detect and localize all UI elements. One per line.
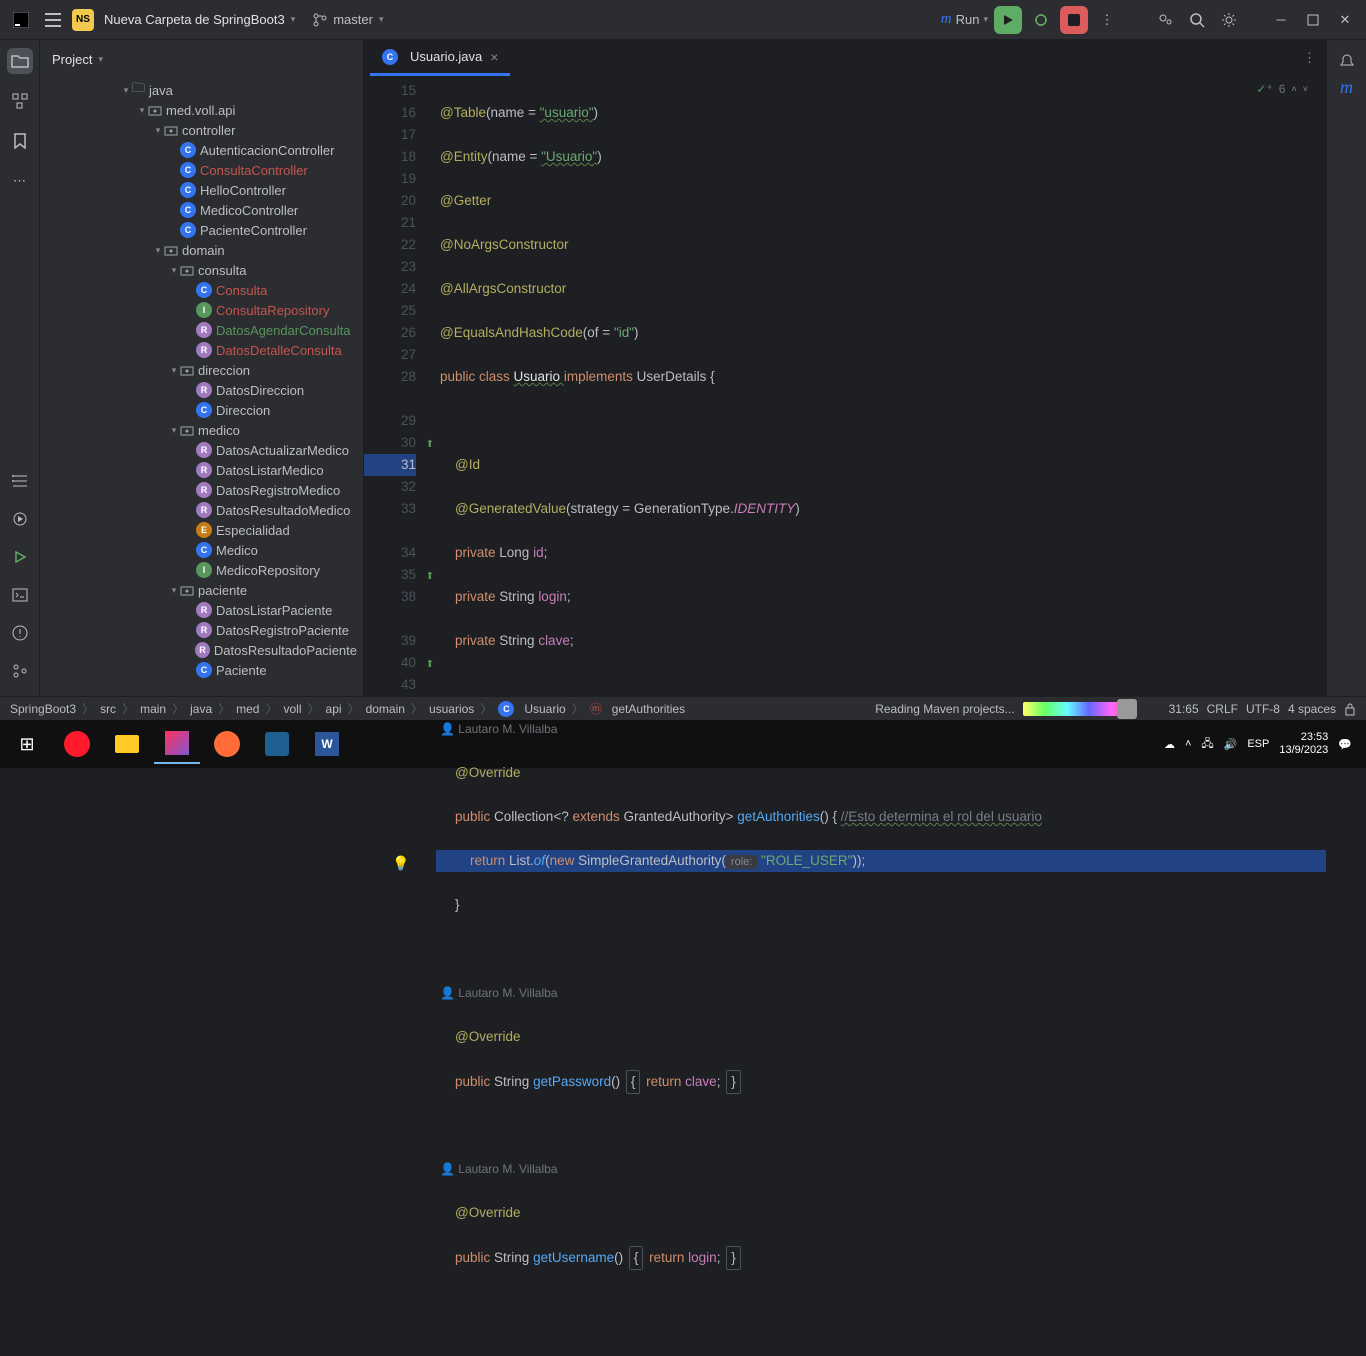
opera-icon[interactable] — [54, 724, 100, 764]
chevron-down-icon: ▾ — [379, 14, 384, 25]
author-hint: 👤 Lautaro M. Villalba — [436, 1158, 1326, 1180]
postman-icon[interactable] — [204, 724, 250, 764]
problems-tool-icon[interactable] — [7, 620, 33, 646]
minimize-window-icon[interactable]: ─ — [1268, 7, 1294, 33]
tree-item[interactable]: ▾domain — [40, 240, 363, 260]
editor-tabs: C Usuario.java × ⋮ — [364, 40, 1326, 76]
file-explorer-icon[interactable] — [104, 724, 150, 764]
chevron-down-icon: ▾ — [291, 14, 296, 25]
structure-tool-icon[interactable] — [7, 88, 33, 114]
left-tool-rail: ⋯ — [0, 40, 40, 696]
tree-item[interactable]: ▾direccion — [40, 360, 363, 380]
git-branch-icon — [313, 13, 327, 27]
tree-item[interactable]: RDatosDetalleConsulta — [40, 340, 363, 360]
notifications-icon[interactable] — [1334, 48, 1360, 74]
intellij-taskbar-icon[interactable] — [154, 724, 200, 764]
tree-item[interactable]: IMedicoRepository — [40, 560, 363, 580]
mysql-workbench-icon[interactable] — [254, 724, 300, 764]
bookmarks-tool-icon[interactable] — [7, 128, 33, 154]
terminal-tool-icon[interactable] — [7, 582, 33, 608]
tree-item[interactable]: RDatosListarPaciente — [40, 600, 363, 620]
maven-tool-icon[interactable]: m — [1334, 74, 1360, 100]
maximize-window-icon[interactable] — [1300, 7, 1326, 33]
tree-item[interactable]: RDatosResultadoPaciente — [40, 640, 363, 660]
tree-item[interactable]: ▾paciente — [40, 580, 363, 600]
project-tree[interactable]: ▾🗀java▾med.voll.api▾controllerCAutentica… — [40, 78, 363, 696]
debug-button[interactable] — [1028, 7, 1054, 33]
tree-item[interactable]: IConsultaRepository — [40, 300, 363, 320]
more-actions-icon[interactable]: ⋮ — [1094, 7, 1120, 33]
author-hint: 👤 Lautaro M. Villalba — [436, 718, 1326, 740]
intellij-logo-icon[interactable] — [8, 7, 34, 33]
gutter[interactable]: 15161718192021222324252627282930⬆3132333… — [364, 76, 422, 1356]
tab-title: Usuario.java — [410, 49, 482, 64]
project-panel: Project▾ ▾🗀java▾med.voll.api▾controllerC… — [40, 40, 364, 696]
tree-item[interactable]: CConsultaController — [40, 160, 363, 180]
tree-item[interactable]: ▾consulta — [40, 260, 363, 280]
run-button[interactable] — [994, 6, 1022, 34]
progress-bar — [1023, 702, 1133, 716]
top-toolbar: NS Nueva Carpeta de SpringBoot3▾ master▾… — [0, 0, 1366, 40]
tree-item[interactable]: RDatosListarMedico — [40, 460, 363, 480]
tree-item[interactable]: ▾medico — [40, 420, 363, 440]
intention-bulb-icon[interactable]: 💡 — [392, 852, 409, 874]
tree-item[interactable]: CPaciente — [40, 660, 363, 680]
tree-item[interactable]: ▾med.voll.api — [40, 100, 363, 120]
tree-item[interactable]: RDatosDireccion — [40, 380, 363, 400]
tree-item[interactable]: RDatosAgendarConsulta — [40, 320, 363, 340]
tree-item[interactable]: ▾🗀java — [40, 80, 363, 100]
services-tool-icon[interactable] — [7, 506, 33, 532]
tree-item[interactable]: CAutenticacionController — [40, 140, 363, 160]
tree-item[interactable]: CMedicoController — [40, 200, 363, 220]
close-tab-icon[interactable]: × — [490, 49, 498, 65]
search-icon[interactable] — [1184, 7, 1210, 33]
tree-item[interactable]: ▾controller — [40, 120, 363, 140]
settings-icon[interactable] — [1216, 7, 1242, 33]
project-tool-icon[interactable] — [7, 48, 33, 74]
vcs-tool-icon[interactable] — [7, 658, 33, 684]
param-hint: role: — [726, 855, 757, 869]
tree-item[interactable]: CMedico — [40, 540, 363, 560]
author-hint: 👤 Lautaro M. Villalba — [436, 982, 1326, 1004]
tree-item[interactable]: RDatosResultadoMedico — [40, 500, 363, 520]
right-tool-rail: m — [1326, 40, 1366, 696]
tray-notifications-icon[interactable]: 💬 — [1338, 738, 1352, 751]
list-tool-icon[interactable] — [7, 468, 33, 494]
tree-item[interactable]: CConsulta — [40, 280, 363, 300]
run-config-selector[interactable]: m Run▾ — [941, 11, 988, 28]
run-tool-icon[interactable] — [7, 544, 33, 570]
word-icon[interactable]: W — [304, 724, 350, 764]
vcs-branch[interactable]: master▾ — [313, 12, 383, 27]
tree-item[interactable]: CHelloController — [40, 180, 363, 200]
main-menu-icon[interactable] — [40, 7, 66, 33]
tab-menu-icon[interactable]: ⋮ — [1303, 50, 1316, 66]
start-menu-icon[interactable]: ⊞ — [4, 724, 50, 764]
project-selector[interactable]: Nueva Carpeta de SpringBoot3▾ — [104, 12, 295, 27]
close-window-icon[interactable]: ✕ — [1332, 7, 1358, 33]
code-content[interactable]: @Table(name = "usuario") @Entity(name = … — [436, 76, 1326, 1356]
tree-item[interactable]: CPacienteController — [40, 220, 363, 240]
tree-item[interactable]: RDatosRegistroPaciente — [40, 620, 363, 640]
code-with-me-icon[interactable] — [1152, 7, 1178, 33]
tree-item[interactable]: RDatosActualizarMedico — [40, 440, 363, 460]
project-badge: NS — [72, 9, 94, 31]
tree-item[interactable]: EEspecialidad — [40, 520, 363, 540]
tree-item[interactable]: RDatosRegistroMedico — [40, 480, 363, 500]
editor-area: C Usuario.java × ⋮ ✓⁺ 6 ˄˅ 1516171819202… — [364, 40, 1326, 696]
inspection-count: 6 — [1279, 82, 1286, 96]
class-icon: C — [382, 49, 398, 65]
more-tools-icon[interactable]: ⋯ — [7, 168, 33, 194]
tree-item[interactable]: CDireccion — [40, 400, 363, 420]
code-editor[interactable]: ✓⁺ 6 ˄˅ 15161718192021222324252627282930… — [364, 76, 1326, 1356]
editor-tab-usuario[interactable]: C Usuario.java × — [370, 40, 510, 76]
inspection-widget[interactable]: ✓⁺ 6 ˄˅ — [1256, 82, 1308, 96]
maven-icon: m — [941, 11, 952, 28]
stop-button[interactable] — [1060, 6, 1088, 34]
project-panel-header[interactable]: Project▾ — [40, 40, 363, 78]
check-icon: ✓⁺ — [1256, 82, 1272, 96]
readonly-lock-icon[interactable] — [1344, 702, 1356, 716]
